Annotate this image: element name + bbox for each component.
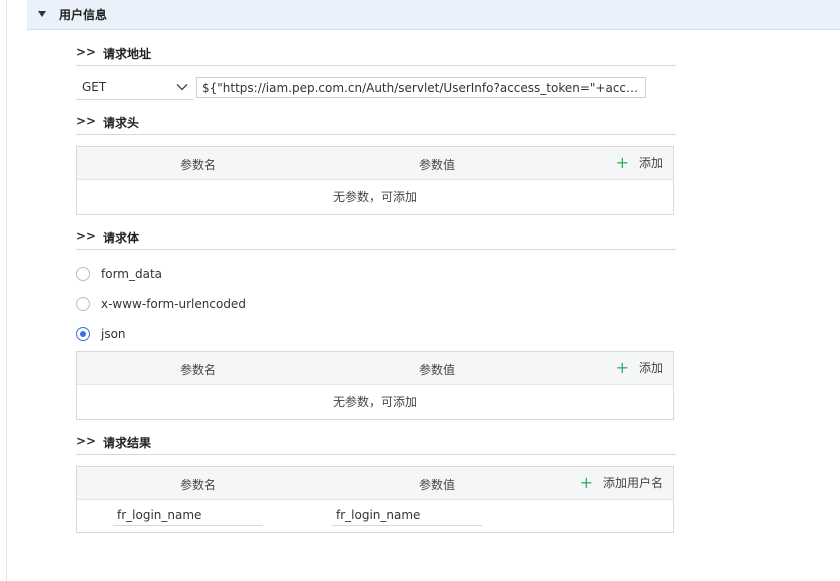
add-label: 添加	[638, 361, 663, 375]
add-body-param-button[interactable]: + 添加	[616, 359, 663, 376]
request-url-heading: >> 请求地址	[76, 45, 676, 66]
section-title: 用户信息	[59, 8, 108, 22]
radio-circle-checked[interactable]	[76, 327, 90, 341]
request-result-heading: >> 请求结果	[76, 434, 676, 455]
method-value: GET	[82, 80, 107, 94]
plus-icon: +	[579, 472, 593, 492]
column-param-value: 参数值	[419, 363, 456, 377]
request-headers-heading: >> 请求头	[76, 114, 676, 135]
heading-marker: >>	[76, 434, 97, 448]
empty-placeholder: 无参数，可添加	[332, 190, 417, 204]
column-param-name: 参数名	[180, 363, 217, 377]
section-header-user-info[interactable]: 用户信息	[27, 0, 840, 30]
radio-circle[interactable]	[76, 297, 90, 311]
radio-label: form_data	[101, 267, 163, 281]
plus-icon: +	[615, 357, 629, 377]
table-row: fr_login_name fr_login_name	[77, 500, 673, 532]
add-header-button[interactable]: + 添加	[616, 154, 663, 171]
result-value-input[interactable]: fr_login_name	[332, 508, 482, 526]
table-header: 参数名 参数值 + 添加	[77, 147, 673, 180]
table-header: 参数名 参数值 + 添加用户名	[77, 467, 673, 500]
heading-label: 请求地址	[103, 47, 152, 61]
result-table: 参数名 参数值 + 添加用户名 fr_login_name fr_login_n…	[76, 466, 674, 533]
heading-marker: >>	[76, 45, 97, 59]
caret-down-icon[interactable]	[38, 11, 46, 17]
chevron-down-icon	[176, 84, 188, 91]
add-label: 添加用户名	[602, 476, 663, 490]
column-param-name: 参数名	[180, 158, 217, 172]
heading-label: 请求头	[103, 116, 140, 130]
url-input[interactable]: ${"https://iam.pep.com.cn/Auth/servlet/U…	[196, 77, 646, 98]
heading-marker: >>	[76, 114, 97, 128]
column-param-value: 参数值	[419, 478, 456, 492]
add-username-button[interactable]: + 添加用户名	[580, 474, 663, 491]
add-label: 添加	[638, 156, 663, 170]
radio-form-data[interactable]: form_data	[76, 267, 162, 281]
result-name-input[interactable]: fr_login_name	[113, 508, 263, 526]
radio-x-www-form-urlencoded[interactable]: x-www-form-urlencoded	[76, 297, 246, 311]
radio-label: json	[101, 327, 126, 341]
heading-label: 请求结果	[103, 436, 152, 450]
heading-marker: >>	[76, 229, 97, 243]
method-select[interactable]: GET	[76, 77, 194, 100]
column-param-name: 参数名	[180, 478, 217, 492]
column-param-value: 参数值	[419, 158, 456, 172]
radio-json[interactable]: json	[76, 327, 126, 341]
empty-placeholder: 无参数，可添加	[332, 395, 417, 409]
left-border	[6, 0, 7, 581]
headers-table: 参数名 参数值 + 添加 无参数，可添加	[76, 146, 674, 215]
radio-label: x-www-form-urlencoded	[101, 297, 246, 311]
body-table: 参数名 参数值 + 添加 无参数，可添加	[76, 351, 674, 420]
plus-icon: +	[615, 152, 629, 172]
heading-label: 请求体	[103, 231, 140, 245]
radio-circle[interactable]	[76, 267, 90, 281]
request-body-heading: >> 请求体	[76, 229, 676, 250]
table-header: 参数名 参数值 + 添加	[77, 352, 673, 385]
